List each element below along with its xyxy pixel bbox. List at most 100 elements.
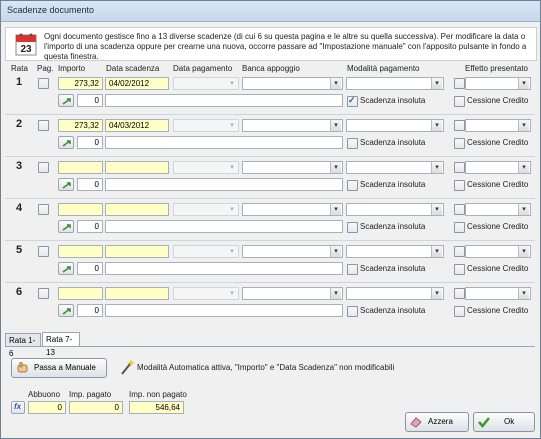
secondary-value-field[interactable]: 0	[77, 220, 103, 233]
data-pagamento-dropdown[interactable]: ▾	[173, 77, 239, 90]
passa-manuale-button[interactable]: Passa a Manuale	[11, 358, 107, 378]
cessione-credito-checkbox[interactable]	[454, 138, 465, 149]
importo-field[interactable]: 273,32	[58, 77, 103, 90]
scadenza-insoluta-checkbox[interactable]	[347, 306, 358, 317]
chevron-down-icon: ▾	[431, 288, 442, 299]
importo-field[interactable]	[58, 287, 103, 300]
data-pagamento-dropdown[interactable]: ▾	[173, 161, 239, 174]
note-field[interactable]	[105, 178, 343, 191]
data-scadenza-field[interactable]	[105, 203, 169, 216]
pagato-checkbox[interactable]	[38, 120, 49, 131]
tab-rata-7-13[interactable]: Rata 7-13	[42, 332, 80, 357]
data-pagamento-dropdown[interactable]: ▾	[173, 203, 239, 216]
pagato-checkbox[interactable]	[38, 162, 49, 173]
pagato-checkbox[interactable]	[38, 288, 49, 299]
note-field[interactable]	[105, 304, 343, 317]
importo-field[interactable]	[58, 245, 103, 258]
rata-number: 3	[15, 160, 23, 172]
scadenza-insoluta-checkbox[interactable]	[347, 264, 358, 275]
effetto-presentato-checkbox[interactable]	[454, 78, 465, 89]
scadenza-insoluta-checkbox[interactable]	[347, 138, 358, 149]
secondary-value-field[interactable]: 0	[77, 136, 103, 149]
note-field[interactable]	[105, 220, 343, 233]
banca-appoggio-dropdown[interactable]: ▾	[242, 77, 343, 90]
scadenza-insoluta-checkbox[interactable]	[347, 180, 358, 191]
data-scadenza-field[interactable]	[105, 287, 169, 300]
calc-button[interactable]	[58, 220, 74, 233]
calc-button[interactable]	[58, 304, 74, 317]
calc-button[interactable]	[58, 178, 74, 191]
cessione-credito-checkbox[interactable]	[454, 96, 465, 107]
data-pagamento-dropdown[interactable]: ▾	[173, 287, 239, 300]
modalita-pagamento-dropdown[interactable]: ▾	[346, 203, 444, 216]
imp-pagato-field[interactable]: 0	[69, 401, 123, 414]
importo-field[interactable]	[58, 161, 103, 174]
data-scadenza-field[interactable]	[105, 161, 169, 174]
note-field[interactable]	[105, 94, 343, 107]
chevron-down-icon: ▾	[230, 122, 234, 129]
modalita-pagamento-dropdown[interactable]: ▾	[346, 161, 444, 174]
secondary-value-field[interactable]: 0	[77, 304, 103, 317]
effetto-presentato-checkbox[interactable]	[454, 162, 465, 173]
calc-button[interactable]	[58, 94, 74, 107]
pagato-checkbox[interactable]	[38, 78, 49, 89]
imp-non-pagato-label: Imp. non pagato	[129, 390, 187, 399]
pagato-checkbox[interactable]	[38, 246, 49, 257]
arrow-icon	[62, 182, 71, 189]
pagato-checkbox[interactable]	[38, 204, 49, 215]
banca-appoggio-dropdown[interactable]: ▾	[242, 119, 343, 132]
effetto-presentato-dropdown[interactable]: ▾	[465, 245, 531, 258]
cessione-credito-checkbox[interactable]	[454, 306, 465, 317]
banca-appoggio-dropdown[interactable]: ▾	[242, 203, 343, 216]
fx-button[interactable]: fx	[11, 401, 25, 414]
calc-button[interactable]	[58, 262, 74, 275]
chevron-down-icon: ▾	[518, 78, 529, 89]
row-separator	[5, 198, 535, 199]
secondary-value-field[interactable]: 0	[77, 94, 103, 107]
secondary-value-field[interactable]: 0	[77, 178, 103, 191]
modalita-pagamento-dropdown[interactable]: ▾	[346, 287, 444, 300]
data-scadenza-field[interactable]: 04/03/2012	[105, 119, 169, 132]
tab-rata-1-6[interactable]: Rata 1-6	[5, 333, 41, 358]
effetto-presentato-dropdown[interactable]: ▾	[465, 119, 531, 132]
data-scadenza-field[interactable]	[105, 245, 169, 258]
modalita-pagamento-dropdown[interactable]: ▾	[346, 245, 444, 258]
effetto-presentato-checkbox[interactable]	[454, 204, 465, 215]
effetto-presentato-dropdown[interactable]: ▾	[465, 77, 531, 90]
modalita-pagamento-dropdown[interactable]: ▾	[346, 77, 444, 90]
arrow-icon	[62, 308, 71, 315]
effetto-presentato-checkbox[interactable]	[454, 120, 465, 131]
chevron-down-icon: ▾	[230, 206, 234, 213]
note-field[interactable]	[105, 136, 343, 149]
scadenza-insoluta-checkbox[interactable]	[347, 222, 358, 233]
cessione-credito-checkbox[interactable]	[454, 222, 465, 233]
data-pagamento-dropdown[interactable]: ▾	[173, 245, 239, 258]
abbuono-field[interactable]: 0	[28, 401, 66, 414]
effetto-presentato-checkbox[interactable]	[454, 288, 465, 299]
scadenza-insoluta-checkbox[interactable]	[347, 95, 358, 107]
checkmark-icon	[478, 417, 490, 428]
ok-button[interactable]: Ok	[473, 412, 535, 432]
importo-field[interactable]: 273,32	[58, 119, 103, 132]
effetto-presentato-dropdown[interactable]: ▾	[465, 161, 531, 174]
importo-field[interactable]	[58, 203, 103, 216]
secondary-value-field[interactable]: 0	[77, 262, 103, 275]
row-separator	[5, 240, 535, 241]
effetto-presentato-dropdown[interactable]: ▾	[465, 203, 531, 216]
data-pagamento-dropdown[interactable]: ▾	[173, 119, 239, 132]
banca-appoggio-dropdown[interactable]: ▾	[242, 287, 343, 300]
note-field[interactable]	[105, 262, 343, 275]
effetto-presentato-checkbox[interactable]	[454, 246, 465, 257]
chevron-down-icon: ▾	[431, 162, 442, 173]
effetto-presentato-dropdown[interactable]: ▾	[465, 287, 531, 300]
azzera-button[interactable]: Azzera	[405, 412, 469, 432]
cessione-credito-checkbox[interactable]	[454, 180, 465, 191]
imp-non-pagato-field[interactable]: 546,64	[129, 401, 184, 414]
data-scadenza-field[interactable]: 04/02/2012	[105, 77, 169, 90]
banca-appoggio-dropdown[interactable]: ▾	[242, 245, 343, 258]
banca-appoggio-dropdown[interactable]: ▾	[242, 161, 343, 174]
azzera-label: Azzera	[428, 417, 453, 426]
calc-button[interactable]	[58, 136, 74, 149]
modalita-pagamento-dropdown[interactable]: ▾	[346, 119, 444, 132]
cessione-credito-checkbox[interactable]	[454, 264, 465, 275]
